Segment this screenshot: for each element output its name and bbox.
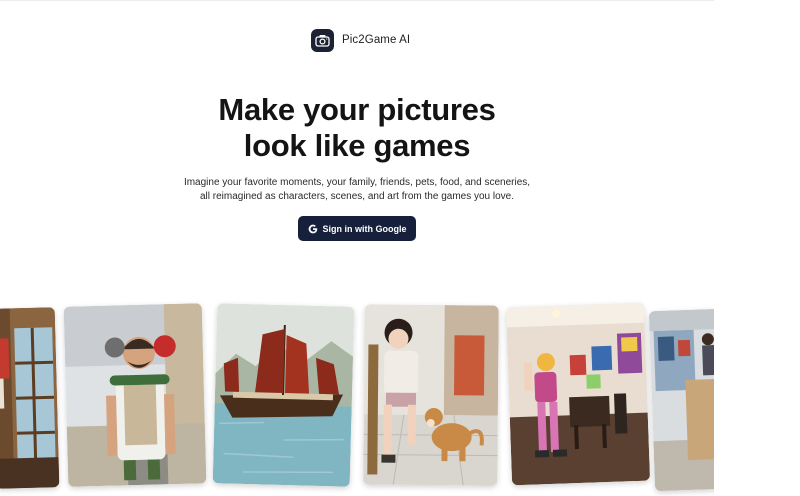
brand-name: Pic2Game AI xyxy=(342,34,411,46)
gallery-card-junk-ship xyxy=(212,303,355,487)
hero-subtitle: Imagine your favorite moments, your fami… xyxy=(0,176,714,204)
gallery-card-street-shop xyxy=(648,308,714,492)
gallery-card-dancer-room xyxy=(505,302,651,486)
google-icon xyxy=(308,224,317,233)
gallery-card-toy-figure xyxy=(63,303,207,487)
hero-title: Make your pictures look like games xyxy=(0,92,714,164)
browser-viewport: Pic2Game AI Make your pictures look like… xyxy=(0,0,714,496)
gallery-card-window-room xyxy=(0,307,60,489)
right-blank-area xyxy=(714,0,800,496)
page: Pic2Game AI Make your pictures look like… xyxy=(0,0,800,496)
hero-subtitle-line-2: all reimagined as characters, scenes, an… xyxy=(199,191,515,202)
top-divider xyxy=(0,0,714,1)
hero-title-line-1: Make your pictures xyxy=(218,92,496,127)
hero-title-line-2: look like games xyxy=(243,128,471,163)
camera-icon xyxy=(311,28,334,52)
brand[interactable]: Pic2Game AI xyxy=(311,28,410,52)
sign-in-with-google-button[interactable]: Sign in with Google xyxy=(298,216,416,241)
sign-in-label: Sign in with Google xyxy=(322,223,407,234)
gallery-card-girl-with-dog xyxy=(363,304,499,486)
hero-subtitle-line-1: Imagine your favorite moments, your fami… xyxy=(183,177,531,188)
